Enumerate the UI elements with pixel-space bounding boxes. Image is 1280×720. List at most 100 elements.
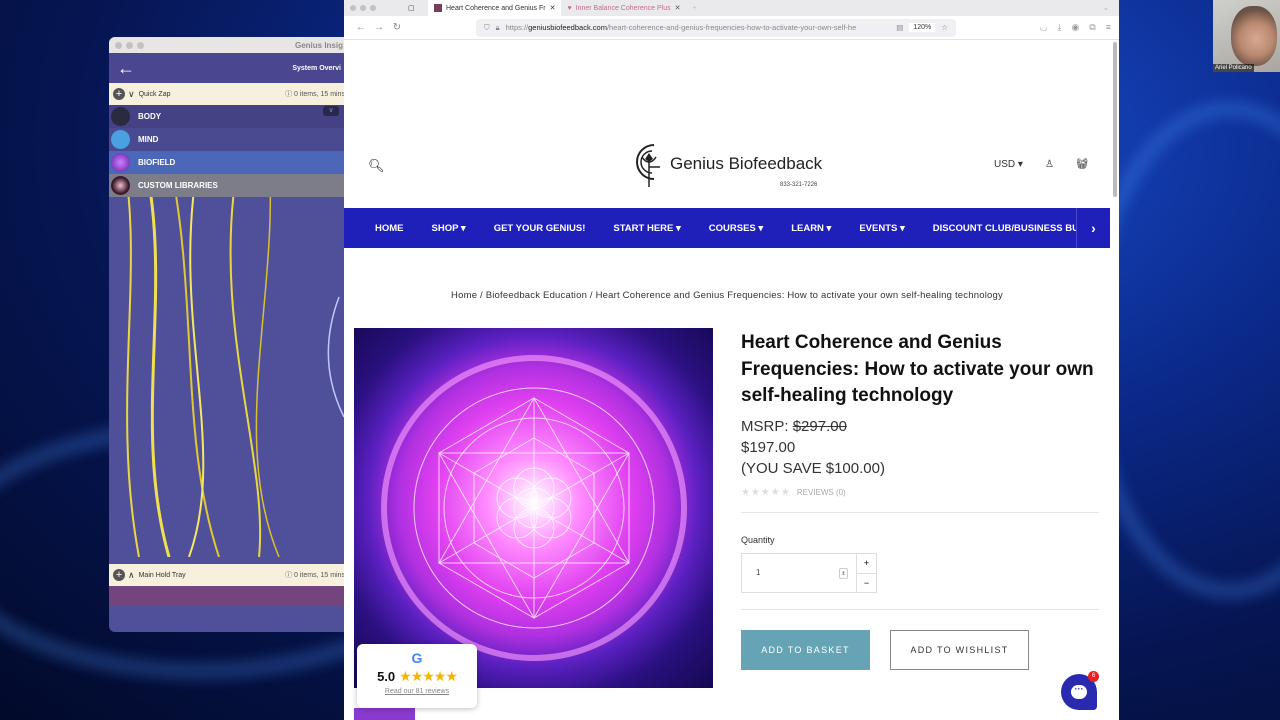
- chevron-up-icon[interactable]: ∧: [128, 570, 135, 581]
- tab-overview-icon[interactable]: ▢: [408, 4, 428, 12]
- minimize-window-button[interactable]: [360, 5, 366, 11]
- lotus-logo-icon: [636, 144, 660, 187]
- sale-price: $197.00: [741, 438, 796, 456]
- quantity-input[interactable]: 1 ⇕: [742, 554, 856, 592]
- url-text: https://geniusbiofeedback.com/heart-cohe…: [505, 23, 857, 32]
- plus-icon[interactable]: +: [113, 569, 125, 581]
- quantity-label: Quantity: [741, 534, 775, 545]
- read-reviews-link[interactable]: Read our 81 reviews: [357, 688, 477, 695]
- site-logo[interactable]: Genius Biofeedback: [632, 141, 822, 187]
- energy-lines-graphic: [126, 197, 345, 557]
- reader-view-icon[interactable]: ▤: [896, 23, 903, 32]
- tab-title: Inner Balance Coherence Plus: [575, 4, 671, 12]
- body-icon: [111, 107, 130, 126]
- close-tab-icon[interactable]: ✕: [550, 4, 556, 12]
- library-label: MIND: [138, 135, 159, 144]
- reload-icon[interactable]: ↻: [388, 22, 406, 33]
- review-score: 5.0: [377, 669, 396, 684]
- plus-icon[interactable]: +: [113, 88, 125, 100]
- minimize-window-button[interactable]: [126, 41, 133, 49]
- zoom-window-button[interactable]: [137, 41, 144, 49]
- decrease-quantity-button[interactable]: −: [857, 572, 876, 593]
- divider: [741, 608, 1099, 610]
- main-navigation: HOME SHOP ▾ GET YOUR GENIUS! START HERE …: [344, 208, 1110, 248]
- quick-zap-info: ⓘ 0 items, 15 mins: [285, 91, 345, 98]
- increase-quantity-button[interactable]: +: [857, 554, 876, 573]
- close-tab-icon[interactable]: ✕: [675, 4, 681, 12]
- genius-insight-app-window: Genius Insig ← System Overvi + ∨ Quick Z…: [109, 37, 349, 632]
- chat-bubble-icon: ···: [1071, 685, 1087, 699]
- quantity-stepper: 1 ⇕ + −: [741, 552, 877, 593]
- zoom-window-button[interactable]: [370, 5, 376, 11]
- nav-home[interactable]: HOME: [375, 223, 404, 234]
- currency-selector[interactable]: USD ▾: [994, 159, 1023, 170]
- close-window-button[interactable]: [350, 5, 356, 11]
- new-tab-icon[interactable]: +: [692, 5, 696, 12]
- nav-shop[interactable]: SHOP ▾: [432, 223, 466, 234]
- app-header: ← System Overvi: [109, 53, 349, 83]
- nav-scroll-right-icon[interactable]: ›: [1076, 208, 1110, 248]
- account-icon[interactable]: ♙: [1045, 159, 1054, 170]
- library-custom-libraries[interactable]: CUSTOM LIBRARIES: [109, 174, 349, 197]
- metatron-cube-graphic: [381, 355, 687, 661]
- add-to-wishlist-button[interactable]: ADD TO WISHLIST: [890, 629, 1029, 670]
- extensions-icon[interactable]: ⧉: [1089, 22, 1095, 33]
- product-thumbnail[interactable]: [354, 708, 415, 720]
- quick-zap-tray[interactable]: + ∨ Quick Zap ⓘ 0 items, 15 mins: [109, 83, 349, 105]
- library-mind[interactable]: MIND: [109, 128, 349, 151]
- product-reviews[interactable]: ★★★★★ REVIEWS (0): [741, 487, 1101, 498]
- forward-icon[interactable]: →: [370, 22, 388, 33]
- shield-icon[interactable]: ⛉: [484, 23, 490, 33]
- close-window-button[interactable]: [115, 41, 122, 49]
- library-label: BIOFIELD: [138, 158, 176, 167]
- back-arrow-icon[interactable]: ←: [117, 58, 135, 79]
- tab-heart-coherence[interactable]: Heart Coherence and Genius Fr ✕: [428, 0, 562, 16]
- divider: [741, 511, 1099, 513]
- chat-notification-badge: 6: [1088, 671, 1099, 682]
- nav-learn[interactable]: LEARN ▾: [791, 223, 831, 234]
- menu-icon[interactable]: ≡: [1106, 22, 1111, 33]
- account-icon[interactable]: ◉: [1071, 22, 1079, 33]
- tab-inner-balance[interactable]: ♥ Inner Balance Coherence Plus ✕: [561, 0, 686, 16]
- chat-widget-button[interactable]: ··· 6: [1061, 671, 1099, 710]
- back-icon[interactable]: ←: [352, 22, 370, 33]
- spinner-icon[interactable]: ⇕: [839, 567, 848, 579]
- chevron-down-icon[interactable]: ∨: [128, 89, 135, 100]
- main-hold-tray-info: ⓘ 0 items, 15 mins: [285, 572, 345, 579]
- hold-tray-band: [109, 586, 349, 606]
- tab-bar: ▢ Heart Coherence and Genius Fr ✕ ♥ Inne…: [344, 0, 1119, 16]
- nav-events[interactable]: EVENTS ▾: [859, 223, 904, 234]
- phone-number: 833-321-7226: [780, 182, 818, 188]
- add-to-basket-button[interactable]: ADD TO BASKET: [741, 629, 870, 670]
- url-bar[interactable]: ⛉ 🔒︎ https://geniusbiofeedback.com/heart…: [476, 18, 956, 37]
- google-reviews-badge[interactable]: G 5.0 ★★★★★ Read our 81 reviews: [357, 644, 477, 708]
- review-stars-icon: ★★★★★: [399, 668, 458, 684]
- search-icon[interactable]: 🔍︎: [368, 158, 385, 174]
- list-tabs-icon[interactable]: ⌄: [1103, 4, 1109, 12]
- heart-favicon-icon: ♥: [567, 4, 572, 12]
- lock-icon[interactable]: 🔒︎: [496, 23, 500, 33]
- nav-get-your-genius[interactable]: GET YOUR GENIUS!: [494, 223, 586, 234]
- zoom-level[interactable]: 120%: [909, 23, 936, 32]
- brand-name: Genius Biofeedback: [670, 154, 823, 173]
- mind-icon: [111, 130, 130, 149]
- product-image[interactable]: [354, 328, 713, 688]
- pocket-icon[interactable]: ◡: [1040, 22, 1048, 33]
- msrp-price: MSRP: $297.00: [741, 417, 847, 435]
- nav-start-here[interactable]: START HERE ▾: [613, 223, 680, 234]
- page-scrollbar[interactable]: [1113, 42, 1117, 197]
- nav-courses[interactable]: COURSES ▾: [709, 223, 763, 234]
- biofield-icon: [111, 153, 130, 172]
- nav-discount-club[interactable]: DISCOUNT CLUB/BUSINESS BUI: [933, 223, 1082, 234]
- library-biofield[interactable]: BIOFIELD: [109, 151, 349, 174]
- reviews-link[interactable]: REVIEWS (0): [797, 488, 846, 497]
- bookmark-star-icon[interactable]: ☆: [941, 23, 948, 32]
- site-header: 🔍︎ Genius Biofeedback 833-321-7226 USD ▾…: [344, 40, 1119, 208]
- main-hold-tray[interactable]: + ∧ Main Hold Tray ⓘ 0 items, 15 mins: [109, 564, 349, 586]
- tab-title: Heart Coherence and Genius Fr: [446, 4, 546, 12]
- library-body[interactable]: BODY: [109, 105, 349, 128]
- breadcrumb[interactable]: Home / Biofeedback Education / Heart Coh…: [344, 290, 1110, 301]
- participant-name: Ariel Policano: [1213, 64, 1254, 72]
- basket-icon[interactable]: 🧺︎: [1076, 159, 1089, 170]
- download-icon[interactable]: ⤓: [1057, 22, 1061, 33]
